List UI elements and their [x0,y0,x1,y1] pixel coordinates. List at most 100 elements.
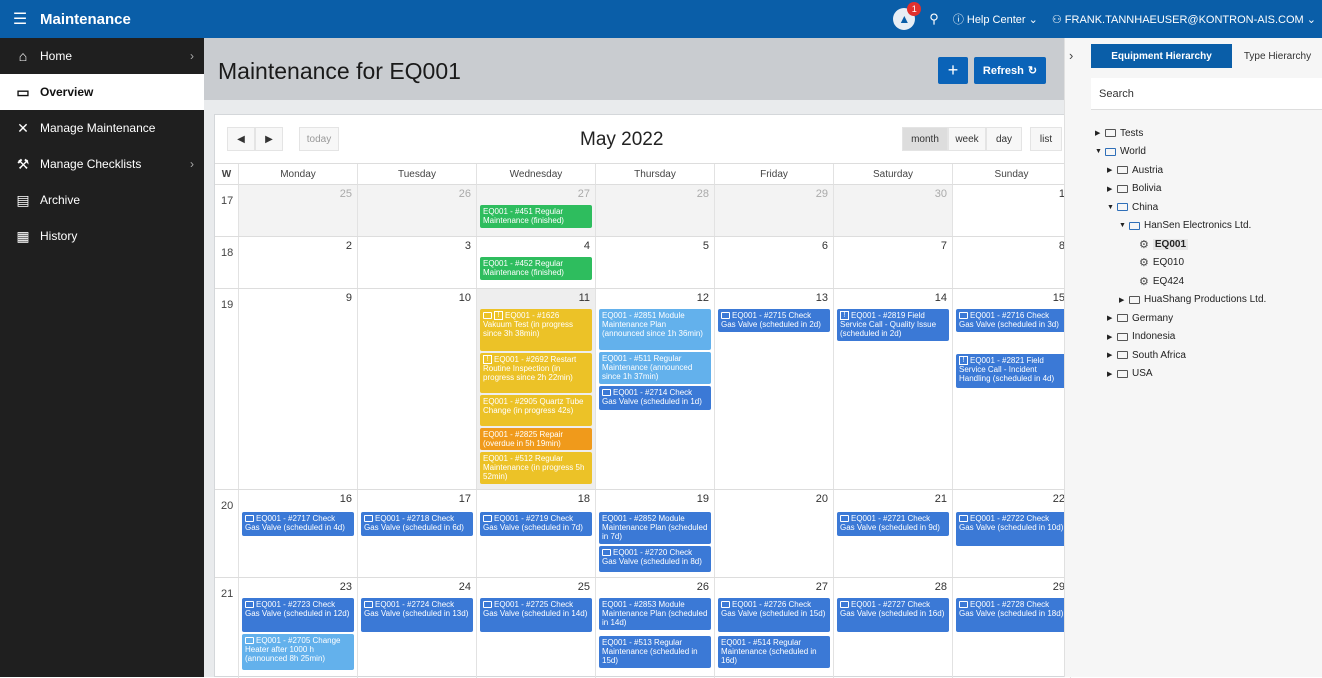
sidebar-item-overview[interactable]: ▭ Overview [0,74,204,110]
day-cell[interactable]: 10 [358,289,477,489]
day-cell-today[interactable]: 11 ! EQ001 - #1626 Vakuum Test (in progre… [477,289,596,489]
event-512[interactable]: EQ001 - #512 Regular Maintenance (in pro… [480,452,592,484]
event-2724[interactable]: EQ001 - #2724 Check Gas Valve (scheduled… [361,598,473,632]
day-cell[interactable]: 12 EQ001 - #2851 Module Maintenance Plan… [596,289,715,489]
event-2716[interactable]: EQ001 - #2716 Check Gas Valve (scheduled… [956,309,1067,332]
expand-icon[interactable]: ▶ [1095,129,1103,137]
tree-node[interactable]: ▶ USA [1095,365,1322,384]
day-cell[interactable]: 20 [715,490,834,577]
user-menu[interactable]: ⚇ FRANK.TANNHAEUSER@KONTRON-AIS.COM ⌄ [1052,13,1316,26]
expand-icon[interactable]: ▶ [1107,166,1115,174]
add-button[interactable]: + [938,57,968,84]
tree-node[interactable]: ▶ Austria [1095,161,1322,180]
day-cell[interactable]: 27 EQ001 - #2726 Check Gas Valve (schedu… [715,578,834,678]
expand-icon[interactable]: ▶ [1107,351,1115,359]
tree-node[interactable]: ▼ HanSen Electronics Ltd. [1095,217,1322,236]
event-2714[interactable]: EQ001 - #2714 Check Gas Valve (scheduled… [599,386,711,410]
event-1626[interactable]: ! EQ001 - #1626 Vakuum Test (in progress … [480,309,592,351]
event-2715[interactable]: EQ001 - #2715 Check Gas Valve (scheduled… [718,309,830,332]
tree-node[interactable]: ▶ HuaShang Productions Ltd. [1095,291,1322,310]
tree-node[interactable]: ▶ Tests [1095,124,1322,143]
sidebar-item-history[interactable]: ▦ History [0,218,204,254]
menu-icon[interactable]: ☰ [6,9,34,29]
event-514[interactable]: EQ001 - #514 Regular Maintenance (schedu… [718,636,830,668]
expand-icon[interactable]: ▶ [1107,333,1115,341]
event-2728[interactable]: EQ001 - #2728 Check Gas Valve (scheduled… [956,598,1067,632]
event-2721[interactable]: EQ001 - #2721 Check Gas Valve (scheduled… [837,512,949,536]
day-cell[interactable]: 13 EQ001 - #2715 Check Gas Valve (schedu… [715,289,834,489]
sidebar-item-manage-maintenance[interactable]: ✕ Manage Maintenance [0,110,204,146]
event-2705[interactable]: EQ001 - #2705 Change Heater after 1000 h… [242,634,354,670]
app-title[interactable]: Maintenance [40,11,131,28]
expand-icon[interactable]: ▶ [1107,370,1115,378]
expand-icon[interactable]: ▶ [1107,314,1115,322]
collapse-icon[interactable]: ▼ [1119,222,1127,229]
event-452[interactable]: EQ001 - #452 Regular Maintenance (finish… [480,257,592,280]
sidebar-item-home[interactable]: ⌂ Home › [0,38,204,74]
day-cell[interactable]: 27 EQ001 - #451 Regular Maintenance (fin… [477,185,596,236]
day-cell[interactable]: 22 EQ001 - #2722 Check Gas Valve (schedu… [953,490,1071,577]
tree-node[interactable]: ▼ World [1095,143,1322,162]
event-451[interactable]: EQ001 - #451 Regular Maintenance (finish… [480,205,592,228]
day-cell[interactable]: 17 EQ001 - #2718 Check Gas Valve (schedu… [358,490,477,577]
expand-icon[interactable]: ▶ [1107,185,1115,193]
day-cell[interactable]: 9 [239,289,358,489]
day-cell[interactable]: 28 [596,185,715,236]
event-2819[interactable]: ! EQ001 - #2819 Field Service Call - Qual… [837,309,949,341]
day-cell[interactable]: 21 EQ001 - #2721 Check Gas Valve (schedu… [834,490,953,577]
tree-node[interactable]: ▶ Bolivia [1095,180,1322,199]
day-cell[interactable]: 26 [358,185,477,236]
event-2725[interactable]: EQ001 - #2725 Check Gas Valve (scheduled… [480,598,592,632]
event-511[interactable]: EQ001 - #511 Regular Maintenance (announ… [599,352,711,384]
tab-type-hierarchy[interactable]: Type Hierarchy [1232,44,1322,68]
day-cell[interactable]: 23 EQ001 - #2723 Check Gas Valve (schedu… [239,578,358,678]
tree-node[interactable]: ▶ Indonesia [1095,328,1322,347]
refresh-button[interactable]: Refresh ↻ [974,57,1046,84]
tree-node[interactable]: ⚙ EQ010 [1095,254,1322,273]
notifications-bell-icon[interactable]: ▲ 1 [893,2,922,30]
event-2718[interactable]: EQ001 - #2718 Check Gas Valve (scheduled… [361,512,473,536]
day-cell[interactable]: 5 [596,237,715,288]
day-cell[interactable]: 14 ! EQ001 - #2819 Field Service Call - Q… [834,289,953,489]
event-2851[interactable]: EQ001 - #2851 Module Maintenance Plan (a… [599,309,711,350]
event-2717[interactable]: EQ001 - #2717 Check Gas Valve (scheduled… [242,512,354,536]
day-cell[interactable]: 28 EQ001 - #2727 Check Gas Valve (schedu… [834,578,953,678]
tree-node[interactable]: ▼ China [1095,198,1322,217]
day-cell[interactable]: 25 EQ001 - #2725 Check Gas Valve (schedu… [477,578,596,678]
day-cell[interactable]: 18 EQ001 - #2719 Check Gas Valve (schedu… [477,490,596,577]
event-2719[interactable]: EQ001 - #2719 Check Gas Valve (scheduled… [480,512,592,536]
event-2821[interactable]: ! EQ001 - #2821 Field Service Call - Inci… [956,354,1067,388]
tab-equipment-hierarchy[interactable]: Equipment Hierarchy [1091,44,1232,68]
tree-node[interactable]: ▶ Germany [1095,309,1322,328]
event-2722[interactable]: EQ001 - #2722 Check Gas Valve (scheduled… [956,512,1067,546]
view-month-button[interactable]: month [902,127,948,151]
event-2720[interactable]: EQ001 - #2720 Check Gas Valve (scheduled… [599,546,711,572]
event-2723[interactable]: EQ001 - #2723 Check Gas Valve (scheduled… [242,598,354,632]
view-week-button[interactable]: week [948,127,986,151]
day-cell[interactable]: 2 [239,237,358,288]
event-2853[interactable]: EQ001 - #2853 Module Maintenance Plan (s… [599,598,711,630]
expand-icon[interactable]: ▶ [1119,296,1127,304]
tree-node-selected[interactable]: ⚙ EQ001 [1095,235,1322,254]
help-menu[interactable]: ⓘ Help Center ⌄ [953,11,1038,27]
day-cell[interactable]: 15 EQ001 - #2716 Check Gas Valve (schedu… [953,289,1071,489]
day-cell[interactable]: 25 [239,185,358,236]
day-cell[interactable]: 26 EQ001 - #2853 Module Maintenance Plan… [596,578,715,678]
event-2852[interactable]: EQ001 - #2852 Module Maintenance Plan (s… [599,512,711,544]
collapse-icon[interactable]: ▼ [1095,148,1103,155]
sidebar-item-archive[interactable]: ▤ Archive [0,182,204,218]
day-cell[interactable]: 3 [358,237,477,288]
day-cell[interactable]: 24 EQ001 - #2724 Check Gas Valve (schedu… [358,578,477,678]
day-cell[interactable]: 6 [715,237,834,288]
day-cell[interactable]: 30 [834,185,953,236]
event-513[interactable]: EQ001 - #513 Regular Maintenance (schedu… [599,636,711,668]
collapse-panel-icon[interactable]: › [1069,48,1073,63]
day-cell[interactable]: 7 [834,237,953,288]
prev-button[interactable]: ◀ [227,127,255,151]
search-icon[interactable]: ⚲ [929,11,939,27]
collapse-icon[interactable]: ▼ [1107,204,1115,211]
view-day-button[interactable]: day [986,127,1022,151]
event-2905[interactable]: EQ001 - #2905 Quartz Tube Change (in pro… [480,395,592,426]
event-2727[interactable]: EQ001 - #2727 Check Gas Valve (scheduled… [837,598,949,632]
day-cell[interactable]: 16 EQ001 - #2717 Check Gas Valve (schedu… [239,490,358,577]
